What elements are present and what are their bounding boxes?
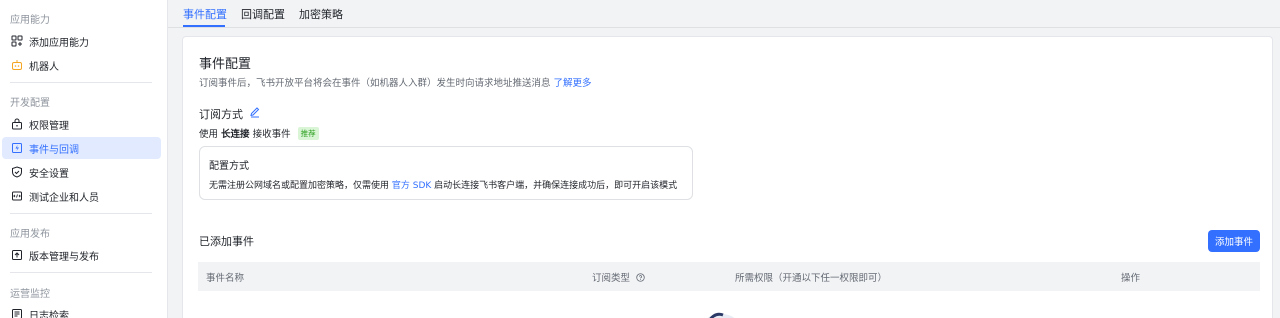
event-icon — [11, 142, 23, 154]
add-event-button[interactable]: 添加事件 — [1208, 230, 1260, 252]
sidebar-group-title-release: 应用发布 — [10, 229, 50, 240]
column-header-event-name: 事件名称 — [206, 273, 245, 284]
config-method-title: 配置方式 — [209, 161, 249, 172]
tab-encryption-strategy[interactable]: 加密策略 — [299, 6, 343, 22]
config-method-box: 配置方式 无需注册公网域名或配置加密策略，仅需使用 官方 SDK 启动长连接飞书… — [199, 146, 693, 200]
edit-subscription-button[interactable] — [249, 106, 261, 121]
column-header-required-permissions: 所需权限（开通以下任一权限即可） — [735, 273, 888, 284]
column-header-actions: 操作 — [1121, 273, 1141, 284]
subscription-mode-name: 长连接 — [221, 129, 250, 140]
sidebar-item-add-capability[interactable]: 添加应用能力 — [2, 30, 161, 52]
sidebar-item-logs[interactable]: 日志检索 — [2, 303, 161, 318]
subscription-title: 订阅方式 — [199, 108, 243, 121]
config-text-before: 无需注册公网域名或配置加密策略，仅需使用 — [209, 181, 390, 191]
sidebar: 应用能力 添加应用能力 机器人 开发配置 权限管理 事件与回调 安全设置 测试企… — [0, 0, 168, 318]
sidebar-group-title-monitoring: 运营监控 — [10, 289, 50, 300]
test-icon — [11, 190, 23, 202]
sidebar-item-label: 版本管理与发布 — [29, 251, 99, 263]
sidebar-item-permissions[interactable]: 权限管理 — [2, 113, 161, 135]
sidebar-item-events-callbacks[interactable]: 事件与回调 — [2, 137, 161, 159]
page-description: 订阅事件后，飞书开放平台将会在事件（如机器人入群）发生时向请求地址推送消息 了解… — [199, 75, 592, 89]
tab-event-config[interactable]: 事件配置 — [183, 6, 227, 22]
config-method-description: 无需注册公网域名或配置加密策略，仅需使用 官方 SDK 启动长连接飞书客户端，并… — [209, 178, 677, 191]
sidebar-group-title-capabilities: 应用能力 — [10, 15, 50, 26]
subscription-mode: 使用 长连接 接收事件 推荐 — [199, 126, 319, 140]
subscription-suffix: 接收事件 — [252, 129, 291, 140]
log-icon — [11, 308, 23, 318]
recommended-badge: 推荐 — [297, 127, 319, 140]
robot-icon — [11, 59, 23, 71]
subscription-prefix: 使用 — [199, 129, 219, 140]
sidebar-item-label: 测试企业和人员 — [29, 192, 99, 204]
edit-icon — [250, 107, 260, 118]
empty-state-illustration — [707, 312, 735, 318]
official-sdk-link[interactable]: 官方 SDK — [392, 181, 431, 191]
grid-plus-icon — [11, 35, 23, 47]
description-text: 订阅事件后，飞书开放平台将会在事件（如机器人入群）发生时向请求地址推送消息 — [199, 78, 551, 89]
sidebar-item-label: 机器人 — [29, 61, 59, 73]
config-text-after: 启动长连接飞书客户端，并确保连接成功后，即可开启该模式 — [434, 181, 678, 191]
column-header-label: 订阅类型 — [592, 273, 631, 284]
sidebar-divider — [10, 82, 152, 83]
sidebar-item-label: 权限管理 — [29, 120, 69, 132]
sidebar-item-label: 事件与回调 — [29, 144, 79, 156]
sidebar-group-title-dev-config: 开发配置 — [10, 98, 50, 109]
events-table-header: 事件名称 订阅类型 所需权限（开通以下任一权限即可） 操作 — [198, 262, 1260, 291]
sidebar-item-versions[interactable]: 版本管理与发布 — [2, 244, 161, 266]
sidebar-item-label: 添加应用能力 — [29, 37, 89, 49]
permission-icon — [11, 118, 23, 130]
sidebar-item-security[interactable]: 安全设置 — [2, 161, 161, 183]
learn-more-link[interactable]: 了解更多 — [554, 78, 592, 89]
help-icon[interactable] — [636, 273, 645, 282]
upload-icon — [11, 249, 23, 261]
sidebar-item-robot[interactable]: 机器人 — [2, 54, 161, 76]
shield-icon — [11, 166, 23, 178]
added-events-title: 已添加事件 — [199, 235, 254, 248]
tab-callback-config[interactable]: 回调配置 — [241, 6, 285, 22]
main-card: 事件配置 订阅事件后，飞书开放平台将会在事件（如机器人入群）发生时向请求地址推送… — [182, 36, 1273, 318]
tab-active-indicator — [183, 25, 225, 27]
sidebar-item-label: 日志检索 — [29, 310, 69, 318]
sidebar-item-label: 安全设置 — [29, 168, 69, 180]
column-header-subscription-type: 订阅类型 — [592, 270, 645, 284]
sidebar-item-test-users[interactable]: 测试企业和人员 — [2, 185, 161, 207]
sidebar-divider — [10, 272, 152, 273]
sidebar-divider — [10, 213, 152, 214]
page-title: 事件配置 — [199, 57, 252, 72]
